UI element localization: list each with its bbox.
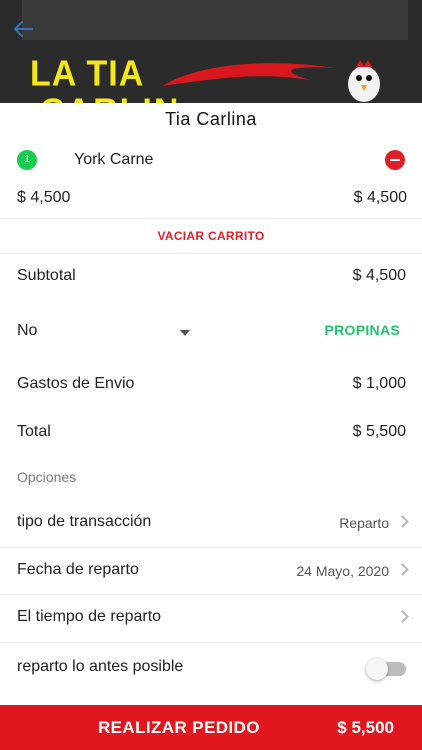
shipping-row: Gastos de Envio $ 1,000 [0,364,422,404]
cart-item-row: 1 York Carne [0,143,422,177]
divider [0,253,422,254]
asap-delivery-label: reparto lo antes posible [17,658,184,675]
place-order-label: REALIZAR PEDIDO [98,718,260,737]
transaction-type-value: Reparto [339,515,389,531]
divider [0,642,422,643]
header-overlay [22,0,408,40]
brand-logo-text: LA TIA [30,54,145,94]
tips-button[interactable]: PROPINAS [324,322,400,338]
chicken-mascot-icon [348,60,380,102]
transaction-type-row[interactable]: tipo de transacción Reparto [0,499,422,547]
chevron-right-icon [396,515,409,528]
subtotal-row: Subtotal $ 4,500 [0,256,422,296]
empty-cart-button[interactable]: VACIAR CARRITO [0,229,422,243]
place-order-button[interactable]: REALIZAR PEDIDO $ 5,500 [0,705,422,750]
tip-selected-value: No [17,322,38,339]
total-value: $ 5,500 [352,423,406,440]
store-header-image: LA TIA CARLIN [0,0,422,103]
divider [0,218,422,219]
item-line-total: $ 4,500 [353,189,407,206]
store-title: Tia Carlina [165,109,257,129]
toggle-knob [366,658,388,680]
options-heading: Opciones [17,469,77,485]
delivery-date-label: Fecha de reparto [17,561,139,578]
delivery-date-row[interactable]: Fecha de reparto 24 Mayo, 2020 [0,547,422,595]
back-arrow-icon[interactable] [12,18,38,44]
delivery-time-row[interactable]: El tiempo de reparto [0,594,422,642]
tip-dropdown[interactable]: No [17,320,192,350]
dropdown-caret-icon [180,330,190,336]
item-unit-price: $ 4,500 [17,189,71,206]
total-label: Total [17,423,51,440]
remove-item-icon[interactable] [385,150,405,170]
asap-delivery-toggle[interactable] [366,658,406,680]
subtotal-label: Subtotal [17,267,76,284]
asap-delivery-row: reparto lo antes posible [0,644,422,692]
item-name: York Carne [74,151,154,168]
cart-item-price-row: $ 4,500 $ 4,500 [0,181,422,217]
logo-swoosh-icon [162,63,335,86]
delivery-time-label: El tiempo de reparto [17,608,162,625]
chevron-right-icon [396,563,409,576]
cart-sheet: Tia Carlina 1 York Carne $ 4,500 $ 4,500… [0,103,422,750]
subtotal-value: $ 4,500 [352,267,406,284]
transaction-type-label: tipo de transacción [17,513,152,530]
chevron-right-icon [396,610,409,623]
order-total: $ 5,500 [337,718,394,737]
shipping-value: $ 1,000 [352,375,406,392]
quantity-badge: 1 [17,150,37,170]
total-row: Total $ 5,500 [0,412,422,452]
shipping-label: Gastos de Envio [17,375,135,392]
delivery-date-value: 24 Mayo, 2020 [296,563,389,579]
